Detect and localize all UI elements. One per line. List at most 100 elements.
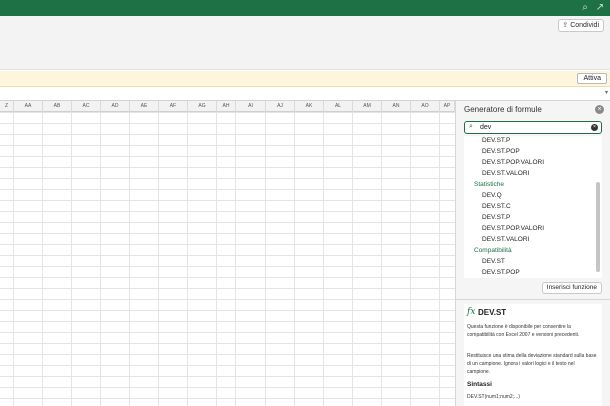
function-name: DEV.ST: [478, 308, 507, 317]
column-line: [216, 112, 217, 406]
column-headers: Z AA AB AC AD AE AF AG AH AI AJ AK AL AM AN AO AP: [0, 101, 455, 112]
row-line: [0, 156, 455, 157]
row-line: [0, 354, 455, 355]
column-line: [129, 112, 130, 406]
list-scrollbar[interactable]: [596, 182, 600, 272]
row-line: [0, 277, 455, 278]
column-header[interactable]: AL: [324, 101, 353, 112]
column-header[interactable]: AK: [295, 101, 324, 112]
function-list-item[interactable]: DEV.ST.POP: [482, 148, 520, 155]
row-line: [0, 288, 455, 289]
function-list-item[interactable]: DEV.ST.C: [482, 203, 511, 210]
fx-icon: fx: [467, 307, 476, 317]
insert-function-button[interactable]: Inserisci funzione: [541, 282, 602, 294]
share-button[interactable]: ⇪ Condividi: [558, 19, 604, 32]
row-line: [0, 387, 455, 388]
column-line: [439, 112, 440, 406]
column-line: [265, 112, 266, 406]
column-header[interactable]: AC: [72, 101, 101, 112]
share-icon[interactable]: ↗: [594, 2, 606, 14]
row-line: [0, 332, 455, 333]
function-list-item[interactable]: DEV.ST.VALORI: [482, 170, 529, 177]
function-search-input[interactable]: ⌕ dev ×: [464, 121, 602, 134]
column-header[interactable]: AM: [353, 101, 382, 112]
row-line: [0, 299, 455, 300]
function-list-item[interactable]: DEV.ST.POP: [482, 269, 520, 276]
function-list-item[interactable]: DEV.ST.POP.VALORI: [482, 159, 544, 166]
row-line: [0, 178, 455, 179]
column-line: [294, 112, 295, 406]
column-line: [352, 112, 353, 406]
column-header[interactable]: AG: [188, 101, 217, 112]
row-line: [0, 266, 455, 267]
row-line: [0, 167, 455, 168]
column-line: [158, 112, 159, 406]
column-header[interactable]: AP: [440, 101, 455, 112]
row-line: [0, 123, 455, 124]
clear-search-icon[interactable]: ×: [591, 124, 598, 131]
column-line: [381, 112, 382, 406]
column-header[interactable]: Z: [0, 101, 14, 112]
grid-cells[interactable]: [0, 112, 455, 406]
column-line: [42, 112, 43, 406]
pane-title: Generatore di formule: [464, 105, 542, 114]
function-list: DEV.ST.P DEV.ST.POP DEV.ST.POP.VALORI DEV.S…: [464, 136, 602, 278]
enable-button[interactable]: Attiva: [577, 73, 607, 84]
column-header[interactable]: AH: [217, 101, 236, 112]
column-line: [187, 112, 188, 406]
column-line: [410, 112, 411, 406]
column-line: [13, 112, 14, 406]
pane-divider: [456, 299, 610, 300]
syntax-heading: Sintassi: [467, 381, 492, 388]
column-line: [323, 112, 324, 406]
search-icon: ⌕: [469, 123, 473, 130]
help-compat-text: Questa funzione è disponibile per consen…: [467, 324, 580, 338]
share-button-label: Condividi: [570, 22, 599, 29]
row-line: [0, 112, 455, 113]
expand-formula-bar-icon[interactable]: ▾: [605, 89, 608, 96]
row-line: [0, 200, 455, 201]
function-list-item[interactable]: DEV.ST.P: [482, 214, 510, 221]
function-list-item[interactable]: DEV.ST.VALORI: [482, 236, 529, 243]
column-header[interactable]: AB: [43, 101, 72, 112]
category-header: Compatibilità: [474, 247, 512, 254]
row-line: [0, 310, 455, 311]
function-list-item[interactable]: DEV.ST: [482, 258, 505, 265]
row-line: [0, 222, 455, 223]
category-header: Statistiche: [474, 181, 504, 188]
row-line: [0, 244, 455, 245]
column-header[interactable]: AD: [101, 101, 130, 112]
help-description: Restituisce una stima della deviazione s…: [467, 353, 597, 375]
syntax-text: DEV.ST(num1;num2;...): [467, 394, 520, 400]
column-header[interactable]: AA: [14, 101, 43, 112]
search-icon[interactable]: ⌕: [579, 2, 591, 14]
search-value: dev: [480, 124, 492, 131]
row-line: [0, 321, 455, 322]
column-header[interactable]: AE: [130, 101, 159, 112]
excel-window: ⌕ ↗ ⇪ Condividi Attiva ▾ Z AA AB AC AD AE AF AG…: [0, 0, 610, 406]
function-list-item[interactable]: DEV.Q: [482, 192, 502, 199]
row-line: [0, 145, 455, 146]
column-header[interactable]: AF: [159, 101, 188, 112]
column-line: [100, 112, 101, 406]
spreadsheet-grid[interactable]: Z AA AB AC AD AE AF AG AH AI AJ AK AL AM AN AO AP: [0, 101, 455, 406]
column-header[interactable]: AJ: [266, 101, 295, 112]
function-help: fx DEV.ST Questa funzione è disponibile …: [464, 304, 602, 406]
function-list-item[interactable]: DEV.ST.POP.VALORI: [482, 225, 544, 232]
row-line: [0, 189, 455, 190]
share-arrow-icon: ⇪: [562, 22, 569, 29]
column-header[interactable]: AN: [382, 101, 411, 112]
column-header[interactable]: AO: [411, 101, 440, 112]
function-list-item[interactable]: DEV.ST.P: [482, 137, 510, 144]
row-line: [0, 365, 455, 366]
formula-builder-pane: Generatore di formule × ⌕ dev × DEV.ST.P…: [455, 101, 610, 406]
row-line: [0, 398, 455, 399]
row-line: [0, 211, 455, 212]
column-header[interactable]: AI: [236, 101, 266, 112]
formula-bar[interactable]: ▾: [0, 87, 610, 101]
row-line: [0, 255, 455, 256]
row-line: [0, 134, 455, 135]
close-icon[interactable]: ×: [595, 105, 604, 114]
row-line: [0, 343, 455, 344]
ribbon: ⇪ Condividi: [0, 16, 610, 70]
